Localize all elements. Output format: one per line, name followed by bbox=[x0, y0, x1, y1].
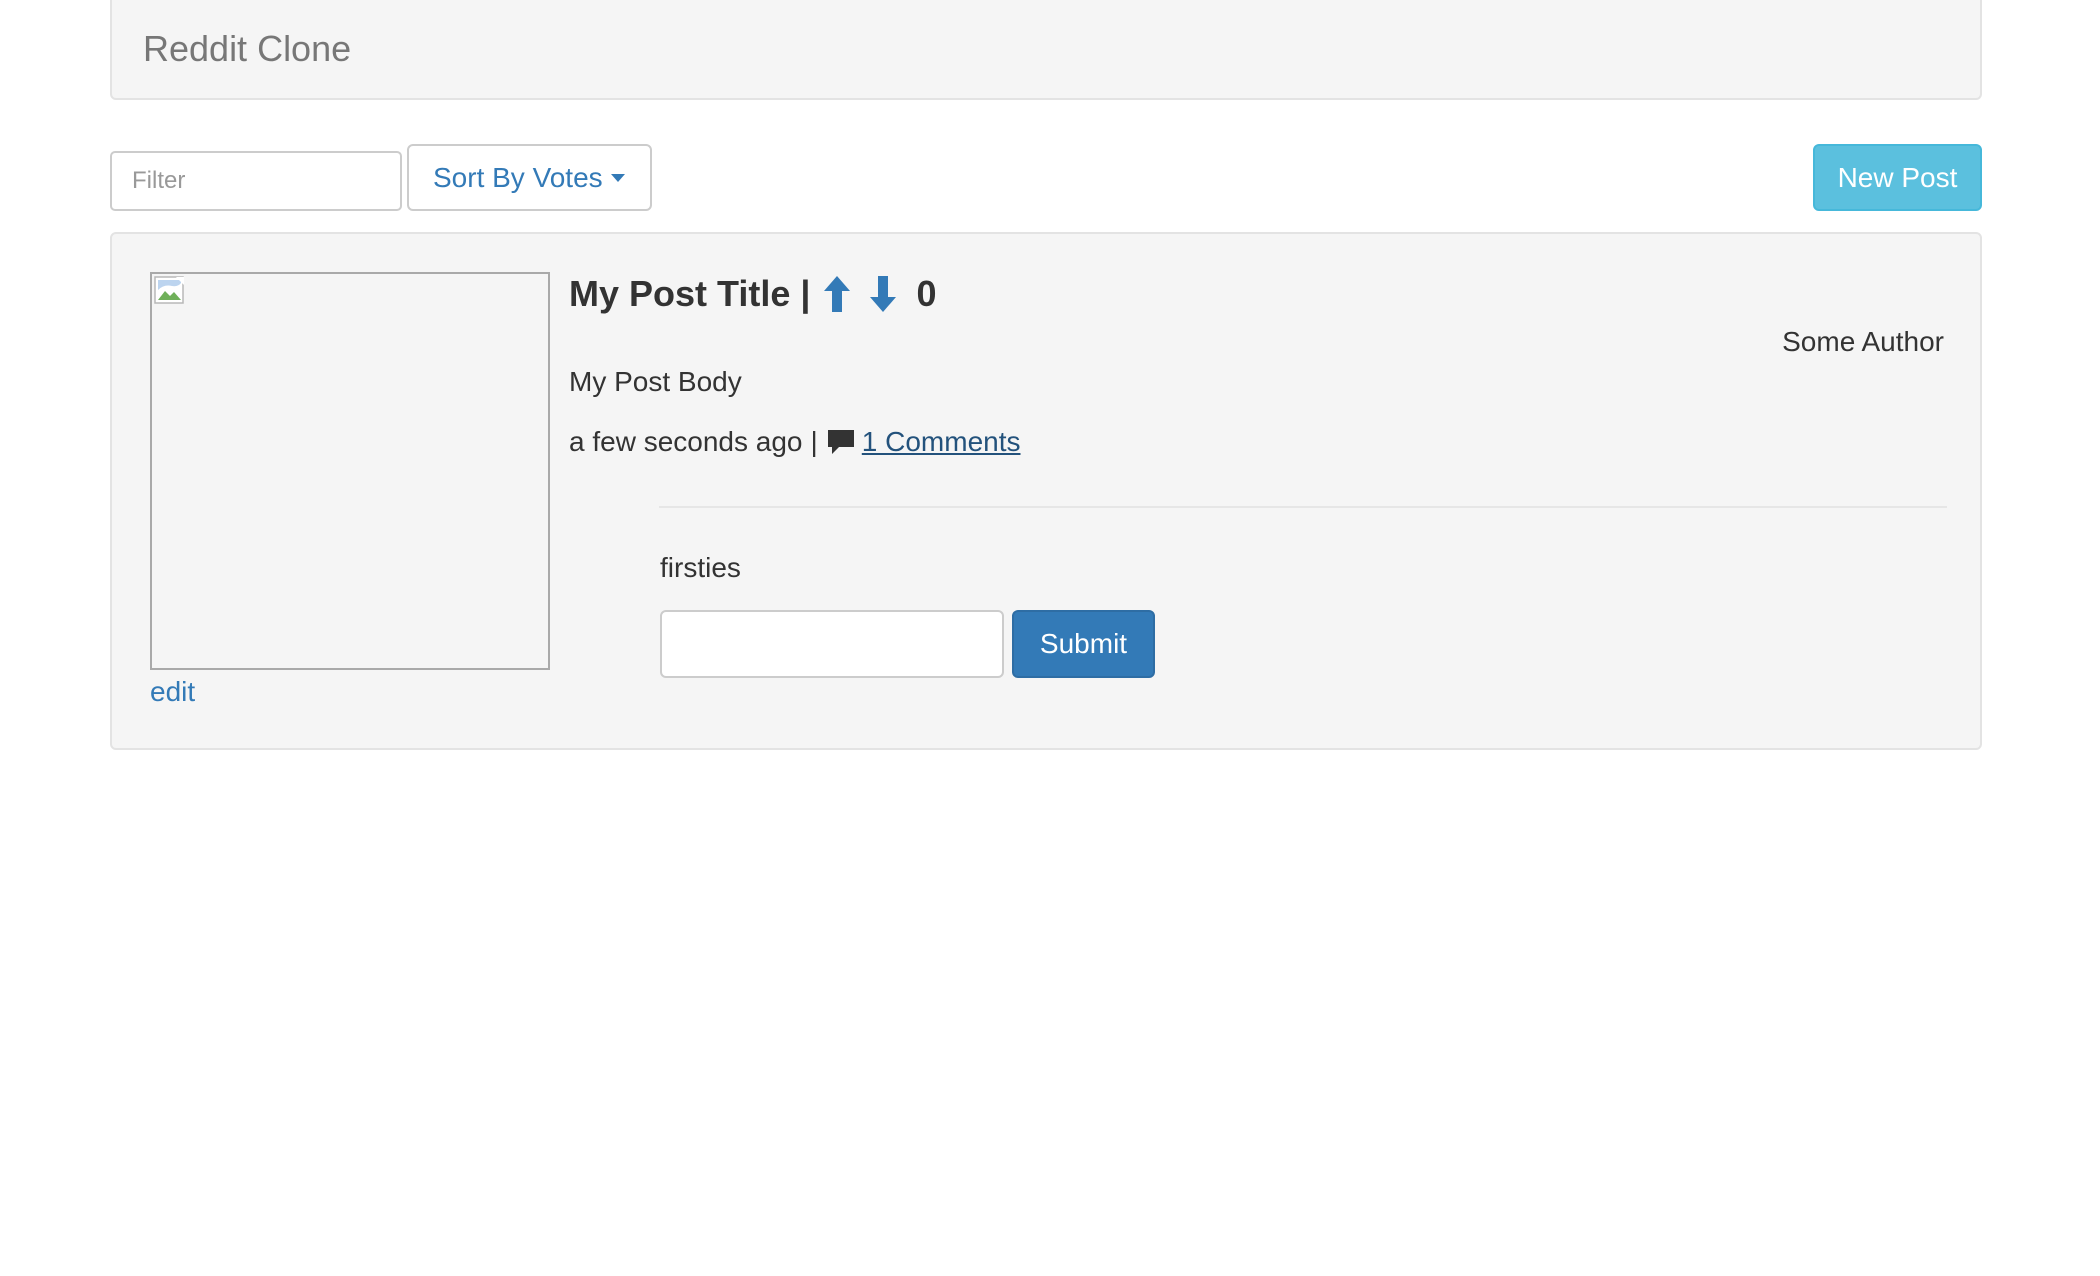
meta-separator: | bbox=[810, 426, 818, 457]
submit-comment-button[interactable]: Submit bbox=[1012, 610, 1155, 678]
comment-input[interactable] bbox=[660, 610, 1004, 678]
filter-input[interactable] bbox=[110, 151, 402, 211]
comment-icon bbox=[826, 428, 856, 456]
edit-link[interactable]: edit bbox=[150, 676, 195, 708]
arrow-down-icon[interactable] bbox=[866, 274, 900, 314]
post-timestamp: a few seconds ago bbox=[569, 426, 803, 457]
comments-link[interactable]: 1 Comments bbox=[862, 426, 1021, 458]
post-header: My Post Title | 0 bbox=[569, 272, 937, 316]
caret-down-icon bbox=[610, 173, 625, 182]
arrow-up-icon[interactable] bbox=[820, 274, 854, 314]
navbar: Reddit Clone bbox=[110, 0, 1982, 100]
post-meta: a few seconds ago | 1 Comments bbox=[569, 426, 1021, 458]
sort-dropdown-button[interactable]: Sort By Votes bbox=[407, 144, 652, 211]
post-body: My Post Body bbox=[569, 366, 742, 397]
post-title[interactable]: My Post Title bbox=[569, 273, 790, 315]
comments-divider bbox=[659, 506, 1947, 508]
comment-item: firsties bbox=[660, 552, 741, 583]
post-author: Some Author bbox=[1782, 326, 1944, 357]
post-thumbnail bbox=[150, 272, 550, 670]
post-card: edit My Post Title | 0 Some Author My Po… bbox=[110, 232, 1982, 750]
vote-count: 0 bbox=[916, 273, 937, 314]
sort-dropdown-label: Sort By Votes bbox=[433, 161, 603, 193]
title-separator: | bbox=[800, 273, 811, 314]
broken-image-icon bbox=[154, 276, 184, 304]
navbar-brand[interactable]: Reddit Clone bbox=[143, 28, 351, 70]
new-post-button[interactable]: New Post bbox=[1813, 144, 1982, 211]
